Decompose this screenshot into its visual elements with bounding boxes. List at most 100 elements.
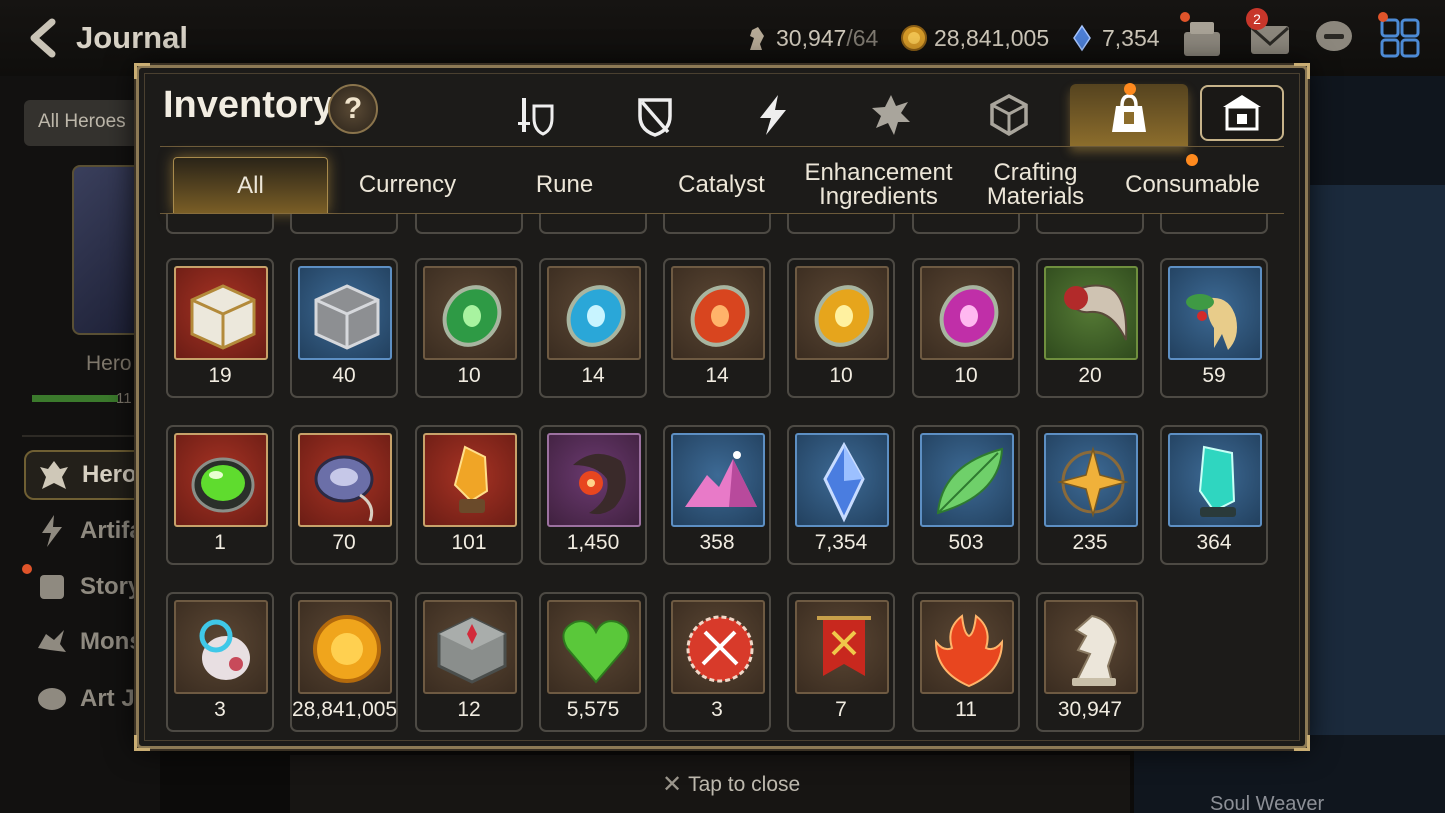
yellow-rune-icon bbox=[814, 285, 874, 347]
frame-corner bbox=[1294, 735, 1310, 751]
tab-artifact[interactable] bbox=[714, 84, 832, 146]
partial-item-tile[interactable] bbox=[1036, 214, 1144, 234]
notification-dot bbox=[1124, 83, 1136, 95]
item-frame bbox=[1044, 433, 1138, 527]
item-quantity: 20 bbox=[1078, 364, 1102, 387]
all-heroes-filter[interactable]: All Heroes bbox=[24, 100, 142, 146]
sidebar-item-label: Artifa bbox=[80, 517, 143, 544]
item-quantity: 364 bbox=[1196, 531, 1232, 554]
purple-rune-icon bbox=[939, 285, 999, 347]
tab-currency[interactable]: Currency bbox=[330, 157, 485, 213]
tab-equipment[interactable] bbox=[478, 84, 596, 146]
blue-rune-icon bbox=[566, 285, 626, 347]
item-frame bbox=[298, 433, 392, 527]
item-quantity: 10 bbox=[954, 364, 978, 387]
tab-storage[interactable] bbox=[1200, 85, 1284, 141]
tab-catalyst[interactable] bbox=[832, 84, 950, 146]
item-tile[interactable]: 19 bbox=[166, 258, 274, 398]
menu-grid-icon[interactable] bbox=[1378, 16, 1422, 60]
palette-icon bbox=[38, 688, 66, 710]
sidebar-item-label: Mons bbox=[80, 628, 143, 655]
item-tile[interactable]: 7,354 bbox=[787, 425, 895, 565]
item-frame bbox=[920, 266, 1014, 360]
flame-leaf-icon bbox=[934, 614, 1004, 688]
partial-item-tile[interactable] bbox=[539, 214, 647, 234]
partial-item-tile[interactable] bbox=[787, 214, 895, 234]
item-tile[interactable]: 364 bbox=[1160, 425, 1268, 565]
item-tile[interactable]: 3 bbox=[663, 592, 771, 732]
item-quantity: 3 bbox=[214, 698, 226, 721]
green-rune-icon bbox=[442, 285, 502, 347]
back-arrow-icon[interactable] bbox=[22, 16, 66, 60]
item-frame bbox=[671, 433, 765, 527]
item-tile[interactable]: 503 bbox=[912, 425, 1020, 565]
item-tile[interactable]: 70 bbox=[290, 425, 398, 565]
item-tile[interactable]: 40 bbox=[290, 258, 398, 398]
gold-coin-icon bbox=[313, 615, 381, 683]
tab-enhancement-ingredients[interactable]: Enhancement Ingredients bbox=[801, 157, 956, 213]
item-tile[interactable]: 11 bbox=[912, 592, 1020, 732]
item-tile[interactable]: 28,841,005 bbox=[290, 592, 398, 732]
partial-item-tile[interactable] bbox=[663, 214, 771, 234]
item-frame bbox=[423, 600, 517, 694]
chat-icon[interactable] bbox=[1312, 16, 1356, 60]
ginseng-icon bbox=[1186, 294, 1237, 350]
tab-shield[interactable] bbox=[596, 84, 714, 146]
item-tile[interactable]: 20 bbox=[1036, 258, 1144, 398]
tab-all[interactable]: All bbox=[173, 157, 328, 213]
partial-item-tile[interactable] bbox=[290, 214, 398, 234]
item-tile[interactable]: 358 bbox=[663, 425, 771, 565]
crystal-value: 7,354 bbox=[1102, 24, 1160, 51]
shield-icon bbox=[638, 98, 672, 137]
notification-dot bbox=[1180, 12, 1190, 22]
item-frame bbox=[920, 600, 1014, 694]
partial-item-tile[interactable] bbox=[1160, 214, 1268, 234]
tap-to-close-hint[interactable]: ✕ Tap to close bbox=[662, 770, 800, 799]
item-tile[interactable]: 1 bbox=[166, 425, 274, 565]
item-frame bbox=[795, 266, 889, 360]
page-title: Journal bbox=[76, 20, 188, 55]
item-quantity: 503 bbox=[948, 531, 984, 554]
item-tile[interactable]: 14 bbox=[539, 258, 647, 398]
soul-weaver-label: Soul Weaver bbox=[1210, 793, 1325, 813]
partial-item-tile[interactable] bbox=[415, 214, 523, 234]
gold-coin-icon bbox=[901, 25, 927, 51]
item-tile[interactable]: 14 bbox=[663, 258, 771, 398]
item-tile[interactable]: 10 bbox=[415, 258, 523, 398]
red-rune-icon bbox=[690, 285, 750, 347]
item-tile[interactable]: 59 bbox=[1160, 258, 1268, 398]
tab-material[interactable] bbox=[950, 84, 1068, 146]
frame-corner bbox=[134, 63, 150, 79]
item-tile[interactable]: 7 bbox=[787, 592, 895, 732]
help-button[interactable]: ? bbox=[328, 84, 378, 134]
right-panel-strip bbox=[1300, 185, 1445, 735]
partial-item-tile[interactable] bbox=[166, 214, 274, 234]
item-tile[interactable]: 12 bbox=[415, 592, 523, 732]
item-tile[interactable]: 3 bbox=[166, 592, 274, 732]
item-frame bbox=[920, 433, 1014, 527]
item-tile[interactable]: 10 bbox=[912, 258, 1020, 398]
item-tile[interactable]: 101 bbox=[415, 425, 523, 565]
tab-crafting-materials[interactable]: Crafting Materials bbox=[958, 157, 1113, 213]
badge-icon bbox=[686, 615, 754, 683]
item-frame bbox=[423, 433, 517, 527]
tab-rune[interactable]: Rune bbox=[487, 157, 642, 213]
gold-counter: 28,841,005 bbox=[900, 22, 1049, 54]
item-quantity: 59 bbox=[1202, 364, 1226, 387]
teal-crystal-icon bbox=[1198, 445, 1236, 517]
horse-piece-icon bbox=[1072, 614, 1118, 686]
item-tile[interactable]: 5,575 bbox=[539, 592, 647, 732]
item-tile[interactable]: 30,947 bbox=[1036, 592, 1144, 732]
lightning-icon bbox=[760, 95, 786, 135]
shop-icon[interactable] bbox=[1180, 16, 1224, 60]
sidebar-item-label: Story bbox=[80, 573, 142, 600]
item-tile[interactable]: 10 bbox=[787, 258, 895, 398]
partial-item-tile[interactable] bbox=[912, 214, 1020, 234]
catalyst-icon bbox=[872, 95, 910, 135]
item-tile[interactable]: 1,450 bbox=[539, 425, 647, 565]
item-quantity: 11 bbox=[955, 698, 977, 721]
item-frame bbox=[1044, 266, 1138, 360]
hero-count: 11 bbox=[116, 390, 132, 407]
item-tile[interactable]: 235 bbox=[1036, 425, 1144, 565]
tab-catalyst-filter[interactable]: Catalyst bbox=[644, 157, 799, 213]
